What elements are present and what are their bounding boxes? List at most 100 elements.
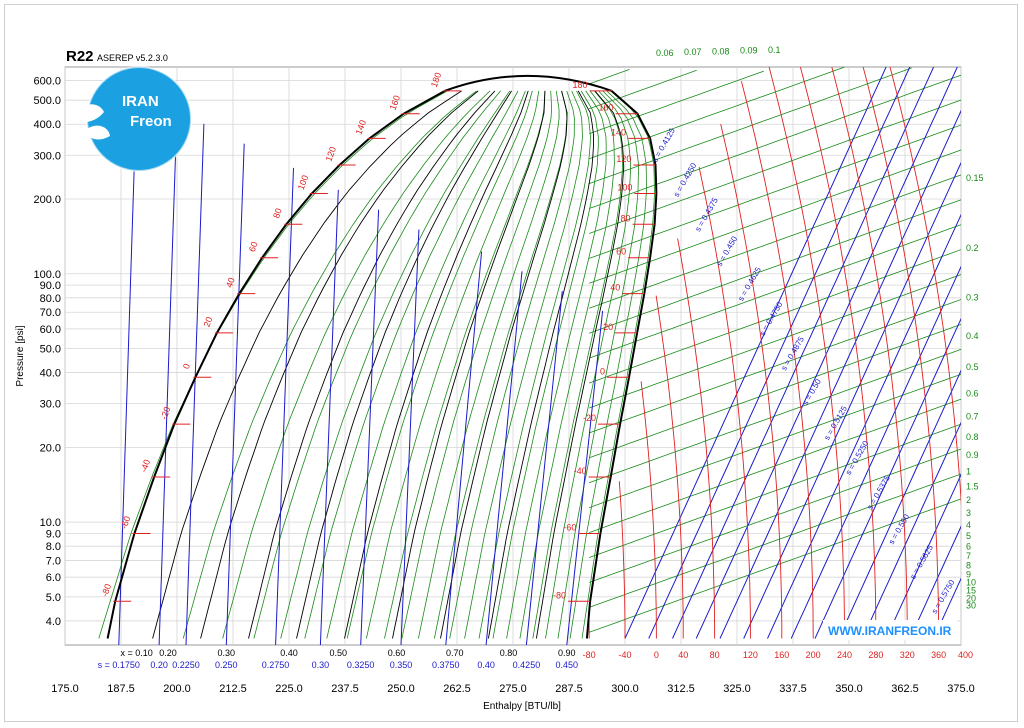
isochore-label: 0.4 — [966, 331, 979, 341]
temperature-tick-label: -40 — [618, 650, 631, 660]
isochore-label: 1.5 — [966, 481, 979, 491]
temperature-tick-label: 360 — [931, 650, 946, 660]
y-tick-label: 500.0 — [33, 95, 61, 107]
y-tick-label: 80.0 — [40, 293, 61, 305]
temperature-tick-label: 0 — [654, 650, 659, 660]
y-tick-label: 6.0 — [46, 572, 61, 584]
y-axis-label: Pressure [psi] — [15, 325, 26, 386]
quality-tick-label: 0.30 — [218, 648, 236, 658]
temperature-tick-label: 400 — [958, 650, 973, 660]
temperature-tick-label: 160 — [774, 650, 789, 660]
isotherm-label: 40 — [610, 283, 620, 293]
isochore-label: 0.5 — [966, 362, 979, 372]
temperature-tick-label: 40 — [678, 650, 688, 660]
isotherm-label: -40 — [574, 466, 587, 476]
entropy-tick-label: 0.4250 — [513, 660, 541, 670]
isochore-label: 0.9 — [966, 450, 979, 460]
entropy-tick-label: 0.250 — [215, 660, 238, 670]
entropy-tick-label: 0.2750 — [262, 660, 290, 670]
chart-version: ASEREP v5.2.3.0 — [97, 53, 168, 63]
temperature-tick-label: 240 — [837, 650, 852, 660]
isochore-label: 0.09 — [740, 46, 758, 56]
chart-title: R22 — [66, 48, 94, 65]
y-tick-label: 400.0 — [33, 119, 61, 131]
isotherm-label: 180 — [573, 80, 588, 90]
isotherm-label: -80 — [553, 590, 566, 600]
isotherm-label: 140 — [611, 127, 626, 137]
x-tick-label: 175.0 — [51, 683, 79, 695]
ph-diagram: -80 -80-60 -60-40 -40-20 -200020 2040 4060 6080… — [15, 45, 984, 712]
y-tick-label: 8.0 — [46, 541, 61, 553]
isochore-label: 0.15 — [966, 173, 984, 183]
isochore-label: 0.3 — [966, 292, 979, 302]
x-tick-label: 275.0 — [499, 683, 527, 695]
temperature-tick-label: 80 — [710, 650, 720, 660]
quality-tick-label: 0.60 — [388, 648, 406, 658]
isochore-label: 2 — [966, 495, 971, 505]
x-tick-label: 287.5 — [555, 683, 583, 695]
isochore-label: 0.07 — [684, 47, 702, 57]
quality-tick-label: 0.90 — [558, 648, 576, 658]
y-tick-label: 40.0 — [40, 368, 61, 380]
x-tick-label: 350.0 — [835, 683, 863, 695]
x-tick-label: 325.0 — [723, 683, 751, 695]
x-tick-label: 312.5 — [667, 683, 695, 695]
isotherm-label: 80 — [621, 213, 631, 223]
x-tick-label: 250.0 — [387, 683, 415, 695]
y-tick-label: 60.0 — [40, 324, 61, 336]
x-tick-label: 200.0 — [163, 683, 191, 695]
x-tick-label: 225.0 — [275, 683, 303, 695]
x-tick-label: 300.0 — [611, 683, 639, 695]
isotherm-label: 100 — [617, 182, 632, 192]
quality-tick-label: 0.50 — [330, 648, 348, 658]
x-tick-label: 375.0 — [947, 683, 975, 695]
y-tick-label: 200.0 — [33, 194, 61, 206]
quality-tick-label: 0.80 — [500, 648, 518, 658]
y-tick-label: 9.0 — [46, 528, 61, 540]
isotherm-label: 160 — [599, 103, 614, 113]
quality-tick-label: 0.70 — [446, 648, 464, 658]
x-tick-label: 262.5 — [443, 683, 471, 695]
isochore-label: 6 — [966, 541, 971, 551]
isochore-label: 0.06 — [656, 48, 674, 58]
x-axis-label: Enthalpy [BTU/lb] — [483, 701, 561, 712]
isotherm-label: 120 — [616, 154, 631, 164]
isochore-label: 0.08 — [712, 46, 730, 56]
isochore-label: 4 — [966, 520, 971, 530]
y-tick-label: 300.0 — [33, 150, 61, 162]
temperature-tick-label: 320 — [900, 650, 915, 660]
quality-tick-label: 0.20 — [159, 648, 177, 658]
entropy-tick-label: s = 0.1750 — [98, 660, 140, 670]
isotherm-label: -60 — [563, 522, 576, 532]
entropy-tick-label: 0.20 — [150, 660, 168, 670]
isochore-label: 5 — [966, 531, 971, 541]
y-tick-label: 100.0 — [33, 269, 61, 281]
isotherm-label: 60 — [616, 247, 626, 257]
y-tick-label: 20.0 — [40, 442, 61, 454]
entropy-tick-label: 0.3750 — [432, 660, 460, 670]
quality-tick-label: x = 0.10 — [121, 648, 153, 658]
isotherm-label: 0 — [600, 366, 605, 376]
isochore-label: 0.7 — [966, 412, 979, 422]
temperature-tick-label: 200 — [806, 650, 821, 660]
temperature-tick-label: -80 — [583, 650, 596, 660]
isochore-label: 0.2 — [966, 243, 979, 253]
y-tick-label: 50.0 — [40, 344, 61, 356]
y-tick-label: 90.0 — [40, 280, 61, 292]
x-tick-label: 337.5 — [779, 683, 807, 695]
isochore-label: 30 — [966, 601, 976, 611]
y-tick-label: 70.0 — [40, 307, 61, 319]
y-tick-label: 5.0 — [46, 592, 61, 604]
y-tick-label: 30.0 — [40, 399, 61, 411]
entropy-tick-label: 0.2250 — [172, 660, 200, 670]
isochore-label: 0.8 — [966, 432, 979, 442]
x-tick-label: 212.5 — [219, 683, 247, 695]
isochore-label: 0.6 — [966, 389, 979, 399]
entropy-tick-label: 0.30 — [312, 660, 330, 670]
logo-line1: IRAN — [122, 93, 159, 110]
x-tick-label: 237.5 — [331, 683, 359, 695]
temperature-tick-label: 120 — [743, 650, 758, 660]
entropy-tick-label: 0.450 — [555, 660, 578, 670]
y-tick-label: 4.0 — [46, 616, 61, 628]
x-tick-label: 187.5 — [107, 683, 135, 695]
